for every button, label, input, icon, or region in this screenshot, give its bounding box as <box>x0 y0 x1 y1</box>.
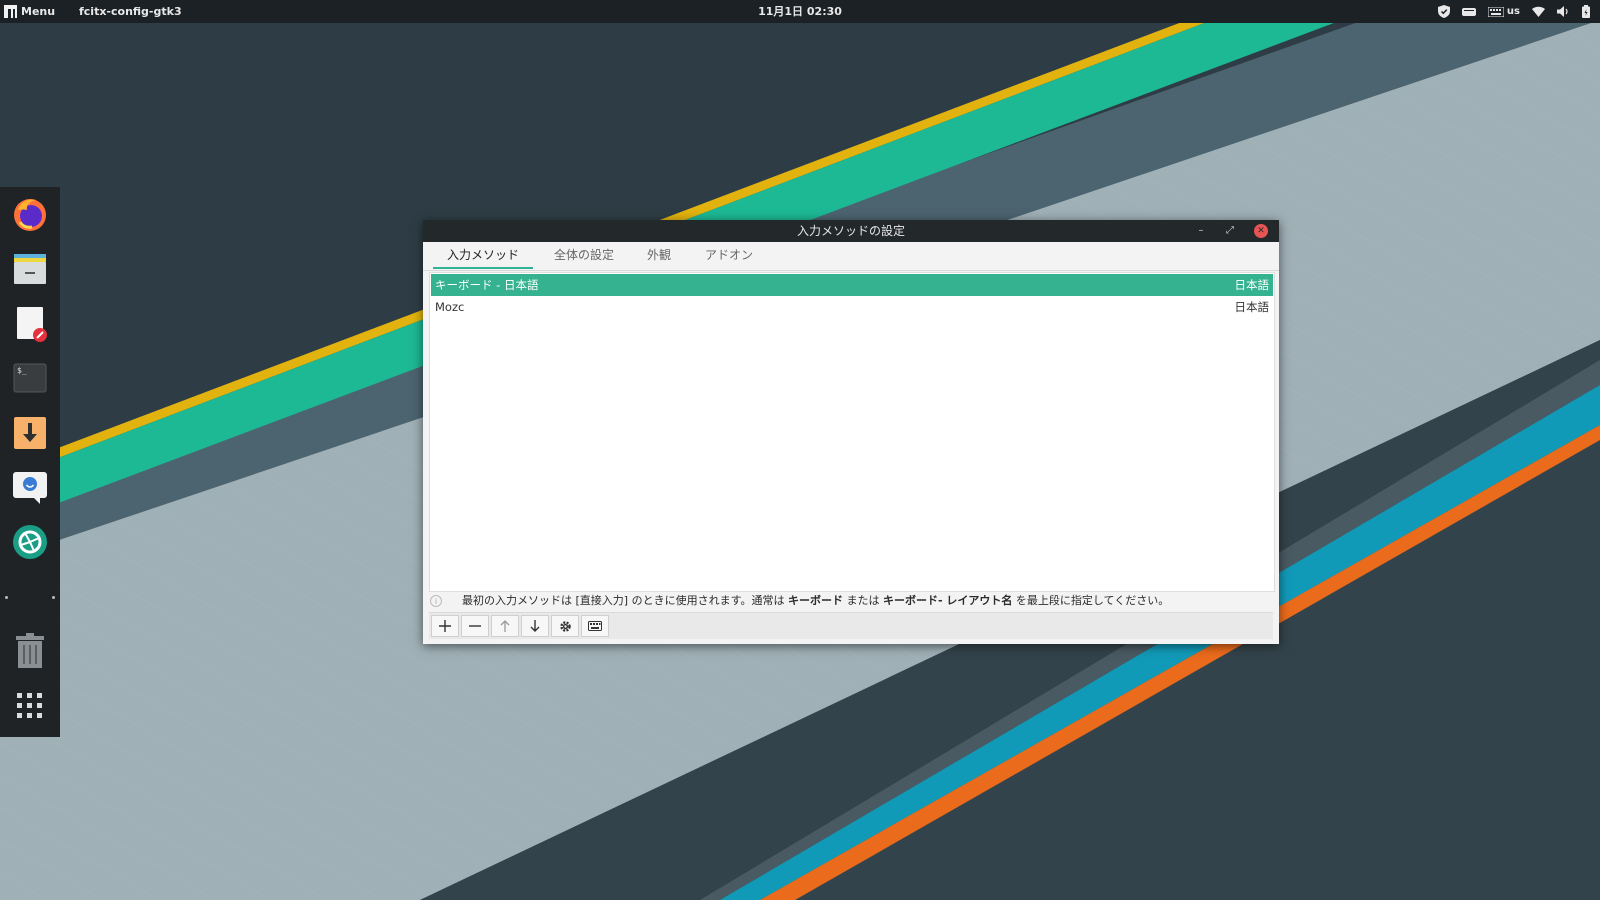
tab-addon[interactable]: アドオン <box>689 242 769 269</box>
active-app-title[interactable]: fcitx-config-gtk3 <box>79 0 182 23</box>
hint-bold: キーボード- レイアウト名 <box>882 594 1013 607</box>
firefox-icon <box>14 199 46 231</box>
tab-appearance[interactable]: 外観 <box>629 242 689 269</box>
dock-firefox[interactable] <box>11 195 49 233</box>
list-item[interactable]: Mozc 日本語 <box>431 296 1273 318</box>
dock-text-editor[interactable] <box>11 305 49 343</box>
close-button[interactable]: ✕ <box>1254 224 1268 238</box>
tab-bar: 入力メソッド 全体の設定 外観 アドオン <box>423 242 1279 271</box>
shield-icon[interactable] <box>1437 5 1450 18</box>
menu-button[interactable]: Menu <box>4 0 55 23</box>
tab-input-method[interactable]: 入力メソッド <box>433 242 533 269</box>
maximize-icon: ⤢ <box>1226 225 1234 236</box>
chat-icon <box>13 472 47 504</box>
wifi-icon[interactable] <box>1532 6 1545 17</box>
keyboard-layout-indicator[interactable]: us <box>1487 6 1520 17</box>
move-up-button[interactable] <box>491 615 519 637</box>
info-icon: i <box>430 595 442 607</box>
dock-terminal[interactable]: $_ <box>11 359 49 397</box>
window-titlebar[interactable]: 入力メソッドの設定 – ⤢ ✕ <box>423 220 1279 242</box>
remove-icon <box>469 625 481 627</box>
input-method-language: 日本語 <box>1234 278 1270 292</box>
menu-label: Menu <box>21 5 56 18</box>
add-button[interactable] <box>431 615 459 637</box>
hint-part: 最初の入力メソッドは [直接入力] のときに使用されます。通常は <box>462 594 788 607</box>
screenshot-icon <box>13 525 47 559</box>
svg-text:$_: $_ <box>17 366 27 375</box>
dock: $_ <box>0 187 60 737</box>
input-method-language: 日本語 <box>1234 300 1270 314</box>
hint-bold: キーボード <box>787 594 843 607</box>
hint-part: または <box>842 594 883 607</box>
download-icon <box>14 417 46 449</box>
input-method-config-window: 入力メソッドの設定 – ⤢ ✕ 入力メソッド 全体の設定 外観 アドオン キーボ… <box>423 220 1279 644</box>
terminal-icon: $_ <box>13 363 47 393</box>
volume-icon[interactable] <box>1557 6 1570 17</box>
text-editor-icon <box>17 307 47 342</box>
dock-app-grid[interactable] <box>11 687 49 725</box>
dock-downloader[interactable] <box>11 414 49 452</box>
app-grid-icon <box>17 693 42 718</box>
keyboard-layout-label: us <box>1506 6 1520 17</box>
minimize-icon: – <box>1198 225 1204 236</box>
configure-button[interactable] <box>551 615 579 637</box>
input-method-name: Mozc <box>435 300 465 314</box>
tab-global-config[interactable]: 全体の設定 <box>539 242 629 269</box>
keyboard-layout-icon <box>588 621 602 631</box>
file-manager-icon <box>14 254 46 284</box>
manjaro-logo-icon <box>4 5 17 18</box>
dock-trash[interactable] <box>11 632 49 670</box>
add-icon <box>439 620 451 632</box>
window-title: 入力メソッドの設定 <box>796 224 905 238</box>
system-tray: us <box>1437 0 1590 23</box>
close-icon: ✕ <box>1257 226 1265 236</box>
hint-text: 最初の入力メソッドは [直接入力] のときに使用されます。通常は キーボード ま… <box>462 591 1169 611</box>
input-method-icon[interactable] <box>1461 7 1476 17</box>
clock[interactable]: 11月1日 02:30 <box>720 0 880 23</box>
maximize-button[interactable]: ⤢ <box>1223 224 1237 238</box>
move-up-icon <box>500 620 510 632</box>
list-item[interactable]: キーボード - 日本語 日本語 <box>431 274 1273 296</box>
top-panel: Menu fcitx-config-gtk3 11月1日 02:30 us <box>0 0 1600 23</box>
list-toolbar <box>429 612 1273 639</box>
keyboard-icon <box>1487 6 1504 17</box>
battery-icon[interactable] <box>1582 5 1590 18</box>
hint-message: i 最初の入力メソッドは [直接入力] のときに使用されます。通常は キーボード… <box>429 591 1273 611</box>
dock-screenshot[interactable] <box>11 523 49 561</box>
keyboard-layout-button[interactable] <box>581 615 609 637</box>
input-method-name: キーボード - 日本語 <box>435 278 539 292</box>
remove-button[interactable] <box>461 615 489 637</box>
move-down-icon <box>530 620 540 632</box>
dock-separator <box>5 596 55 600</box>
trash-icon <box>16 633 44 668</box>
move-down-button[interactable] <box>521 615 549 637</box>
dock-file-manager[interactable] <box>11 250 49 288</box>
input-method-list: キーボード - 日本語 日本語 Mozc 日本語 <box>429 272 1275 592</box>
minimize-button[interactable]: – <box>1194 224 1208 238</box>
configure-icon <box>559 620 571 632</box>
hint-part: を最上段に指定してください。 <box>1012 594 1170 607</box>
dock-chat[interactable] <box>11 468 49 506</box>
